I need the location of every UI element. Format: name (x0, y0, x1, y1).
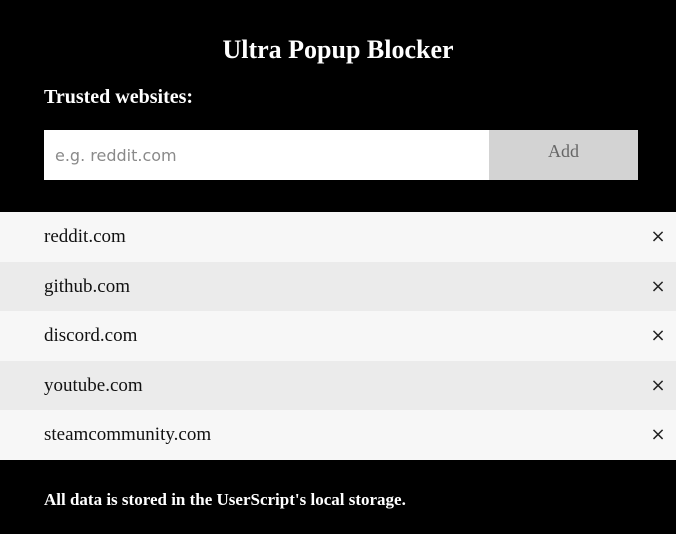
list-item: reddit.com × (0, 212, 676, 262)
list-item: github.com × (0, 261, 676, 312)
close-icon[interactable]: × (648, 323, 668, 349)
site-domain: reddit.com (44, 226, 126, 247)
storage-note: All data is stored in the UserScript's l… (44, 490, 406, 509)
list-item: discord.com × (0, 311, 676, 361)
close-icon[interactable]: × (648, 224, 668, 250)
close-icon[interactable]: × (648, 274, 668, 300)
add-site-form: Add (44, 130, 638, 180)
site-domain: discord.com (44, 325, 138, 347)
site-input[interactable] (44, 130, 489, 180)
page-title: Ultra Popup Blocker (222, 35, 454, 64)
list-item: steamcommunity.com × (0, 410, 676, 460)
list-item: youtube.com × (0, 360, 676, 411)
trusted-websites-label: Trusted websites: (44, 86, 194, 108)
trusted-sites-list: reddit.com × github.com × discord.com × … (0, 212, 676, 460)
close-icon[interactable]: × (648, 422, 668, 448)
close-icon[interactable]: × (648, 373, 668, 399)
site-domain: youtube.com (44, 374, 143, 396)
site-domain: github.com (44, 275, 131, 297)
popup-blocker-settings-page: Ultra Popup Blocker Trusted websites: Ad… (0, 0, 676, 534)
site-domain: steamcommunity.com (44, 424, 212, 446)
add-button[interactable]: Add (489, 130, 638, 180)
